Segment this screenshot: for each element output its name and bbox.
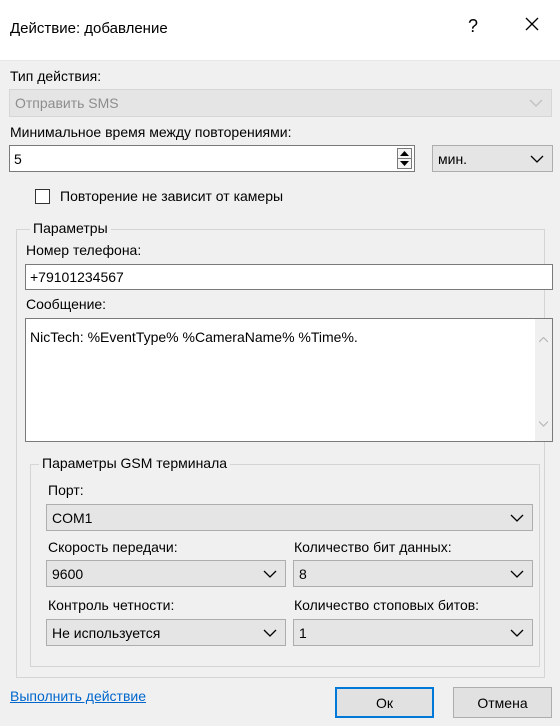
min-interval-label: Минимальное время между повторениями: xyxy=(10,124,292,140)
ok-button[interactable]: Ок xyxy=(335,687,434,718)
interval-unit-select[interactable]: мин. xyxy=(432,145,553,172)
databits-select[interactable]: 8 xyxy=(293,560,533,587)
message-scrollbar[interactable] xyxy=(535,319,552,441)
scroll-up-icon[interactable] xyxy=(539,337,548,343)
message-value: NicTech: %EventType% %CameraName% %Time%… xyxy=(30,329,358,345)
min-interval-input[interactable]: 5 xyxy=(9,145,415,172)
stopbits-value: 1 xyxy=(299,624,307,641)
speed-label: Скорость передачи: xyxy=(48,539,178,555)
port-value: COM1 xyxy=(52,509,93,526)
parity-value: Не используется xyxy=(52,624,161,641)
parity-select[interactable]: Не используется xyxy=(46,619,286,646)
ok-button-label: Ок xyxy=(375,694,393,711)
speed-select[interactable]: 9600 xyxy=(46,560,286,587)
spin-up-icon[interactable] xyxy=(400,151,409,157)
interval-unit-value: мин. xyxy=(438,150,468,167)
chevron-down-icon xyxy=(530,155,544,163)
spin-down-icon[interactable] xyxy=(400,161,409,167)
cancel-button[interactable]: Отмена xyxy=(453,687,552,718)
phone-value: +79101234567 xyxy=(30,269,124,285)
run-action-link[interactable]: Выполнить действие xyxy=(10,688,146,704)
message-label: Сообщение: xyxy=(26,296,107,312)
close-icon[interactable] xyxy=(522,14,542,34)
parity-label: Контроль четности: xyxy=(48,597,175,613)
action-type-value: Отправить SMS xyxy=(15,95,119,111)
help-button[interactable]: ? xyxy=(468,16,478,37)
chevron-down-icon xyxy=(263,570,277,578)
repeat-checkbox[interactable] xyxy=(35,189,50,204)
chevron-down-icon xyxy=(510,629,524,637)
gsm-legend: Параметры GSM терминала xyxy=(39,455,231,471)
chevron-down-icon xyxy=(263,629,277,637)
port-select[interactable]: COM1 xyxy=(46,504,533,531)
spin-buttons[interactable] xyxy=(397,148,412,169)
databits-value: 8 xyxy=(299,565,307,582)
databits-label: Количество бит данных: xyxy=(294,539,452,555)
repeat-checkbox-label: Повторение не зависит от камеры xyxy=(60,188,284,204)
window-title: Действие: добавление xyxy=(10,20,168,37)
phone-label: Номер телефона: xyxy=(26,242,142,258)
speed-value: 9600 xyxy=(52,565,84,582)
action-type-label: Тип действия: xyxy=(10,68,102,84)
scroll-down-icon[interactable] xyxy=(539,421,548,427)
chevron-down-icon xyxy=(510,514,524,522)
chevron-down-icon xyxy=(510,570,524,578)
stopbits-label: Количество стоповых битов: xyxy=(294,597,480,613)
action-type-select: Отправить SMS xyxy=(9,89,552,117)
port-label: Порт: xyxy=(48,482,84,498)
min-interval-value: 5 xyxy=(14,150,22,167)
parameters-legend: Параметры xyxy=(30,220,111,236)
cancel-button-label: Отмена xyxy=(477,694,528,711)
phone-input[interactable]: +79101234567 xyxy=(25,264,553,290)
stopbits-select[interactable]: 1 xyxy=(293,619,533,646)
chevron-down-icon xyxy=(529,99,543,107)
message-textarea[interactable]: NicTech: %EventType% %CameraName% %Time%… xyxy=(25,318,553,442)
